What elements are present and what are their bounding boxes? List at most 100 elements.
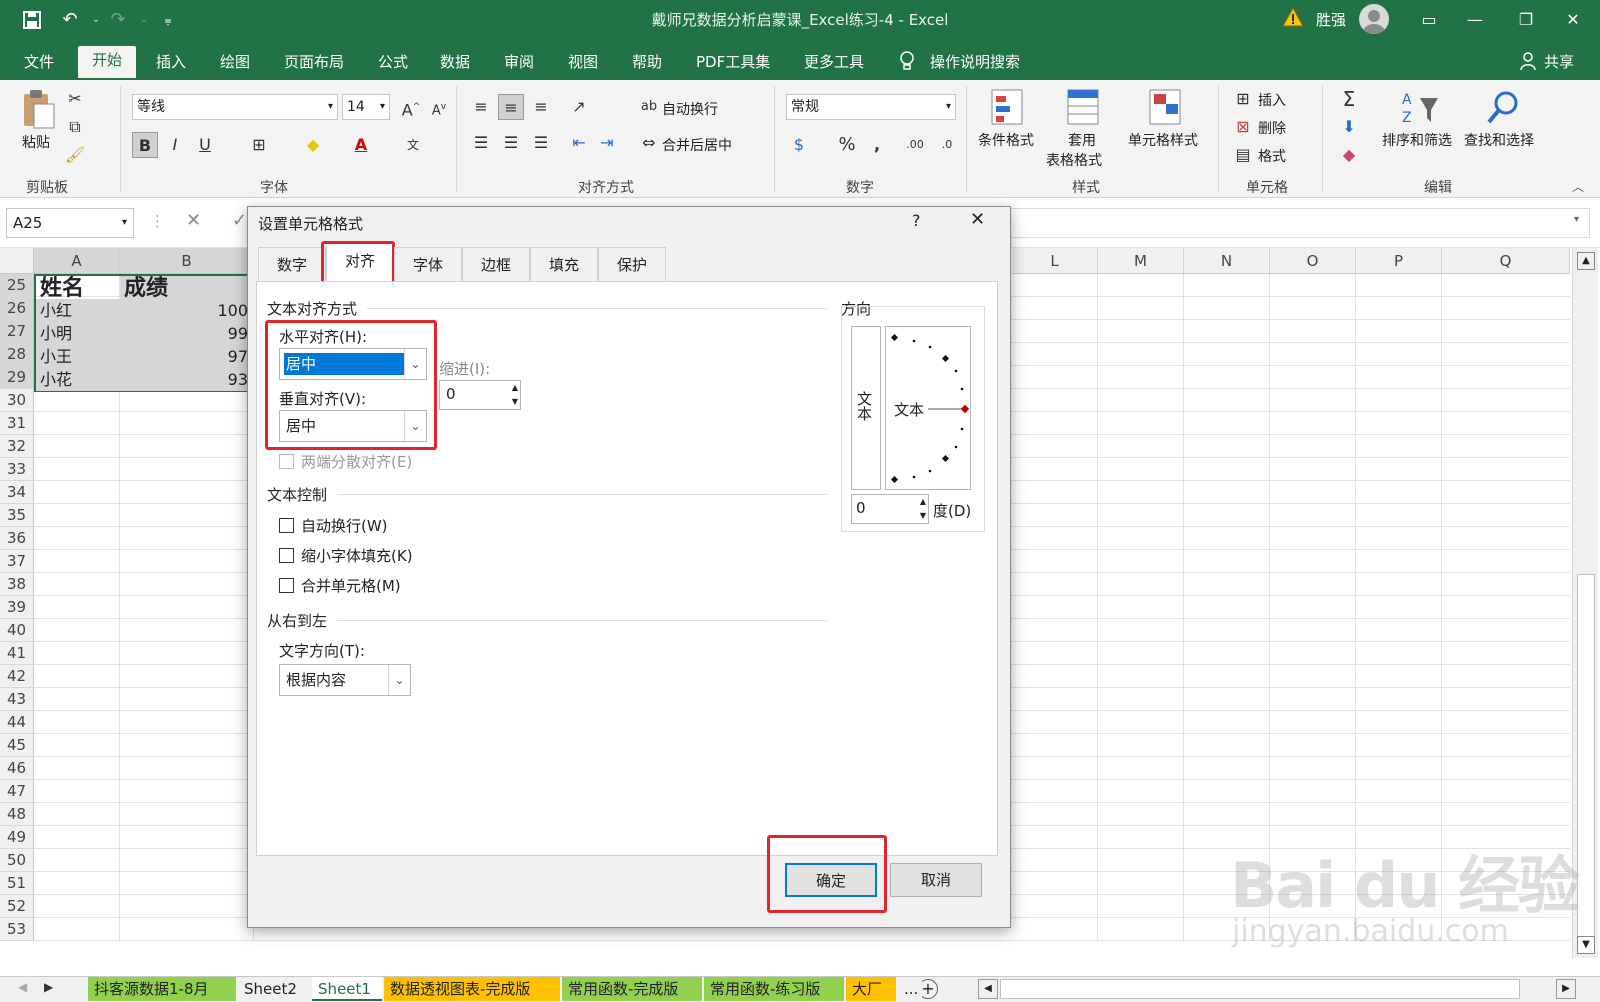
avatar[interactable]: [1359, 4, 1389, 34]
restore-icon[interactable]: ❐: [1503, 4, 1549, 36]
tab-fill[interactable]: 填充: [530, 247, 598, 281]
clear-icon[interactable]: ◆: [1336, 142, 1362, 168]
format-table-icon[interactable]: [1066, 88, 1102, 128]
row-header[interactable]: 39: [0, 596, 34, 619]
prev-sheet-icon[interactable]: ◀: [18, 980, 27, 994]
tab-number[interactable]: 数字: [258, 247, 326, 281]
row-header[interactable]: 29: [0, 366, 34, 389]
column-header-p[interactable]: P: [1356, 248, 1442, 274]
row-header[interactable]: 45: [0, 734, 34, 757]
number-format-box[interactable]: 常规 ▾: [786, 94, 956, 120]
sheet-tab[interactable]: Sheet2: [238, 977, 310, 1001]
row-header[interactable]: 33: [0, 458, 34, 481]
decrease-font-icon[interactable]: Av: [426, 94, 452, 120]
scroll-up-icon[interactable]: ▲: [1577, 252, 1595, 270]
ribbon-display-icon[interactable]: ▭: [1406, 4, 1452, 36]
row-header[interactable]: 34: [0, 481, 34, 504]
sheet-tab[interactable]: 数据透视图表-完成版: [384, 977, 560, 1001]
cell-score[interactable]: 100: [120, 299, 252, 322]
sheet-tab[interactable]: 抖客源数据1-8月: [88, 977, 236, 1001]
align-left-icon[interactable]: ☰: [468, 130, 494, 156]
row-header[interactable]: 43: [0, 688, 34, 711]
tab-draw[interactable]: 绘图: [218, 48, 252, 80]
hscroll-left-icon[interactable]: ◀: [978, 979, 998, 999]
formula-input[interactable]: [1010, 208, 1590, 238]
delete-cells-button[interactable]: 删除: [1258, 118, 1286, 138]
cut-icon[interactable]: ✂: [62, 86, 88, 112]
row-header[interactable]: 28: [0, 343, 34, 366]
conditional-format-icon[interactable]: [990, 88, 1026, 128]
share-icon[interactable]: [1520, 52, 1536, 71]
text-direction-select[interactable]: 根据内容 ⌄: [279, 664, 411, 696]
hscroll-right-icon[interactable]: ▶: [1556, 979, 1576, 999]
row-header[interactable]: 44: [0, 711, 34, 734]
column-header-m[interactable]: M: [1098, 248, 1184, 274]
tab-protection[interactable]: 保护: [598, 247, 666, 281]
decrease-decimal-icon[interactable]: .0: [934, 132, 960, 158]
spinner-arrows-icon[interactable]: ▲ ▼: [512, 381, 518, 409]
font-name-box[interactable]: 等线 ▾: [132, 94, 338, 120]
undo-icon[interactable]: ↶: [58, 8, 82, 32]
customize-qat-icon[interactable]: ⩦: [156, 8, 180, 32]
paste-icon[interactable]: [20, 88, 56, 130]
merge-center-icon[interactable]: ⇔: [636, 130, 662, 156]
row-header[interactable]: 30: [0, 389, 34, 412]
scroll-thumb[interactable]: [1577, 574, 1595, 954]
autosum-icon[interactable]: Σ: [1336, 86, 1362, 112]
align-middle-icon[interactable]: ≡: [498, 94, 524, 120]
font-size-box[interactable]: 14 ▾: [342, 94, 390, 120]
collapse-ribbon-icon[interactable]: ︿: [1572, 178, 1584, 195]
cell-styles-icon[interactable]: [1148, 88, 1184, 128]
format-table-line1[interactable]: 套用: [1068, 130, 1096, 150]
delete-cells-icon[interactable]: ⊠: [1230, 114, 1256, 140]
tab-review[interactable]: 审阅: [502, 48, 536, 80]
decrease-indent-icon[interactable]: ⇤: [566, 130, 592, 156]
fill-icon[interactable]: ⬇: [1336, 114, 1362, 140]
row-header[interactable]: 25: [0, 274, 34, 297]
cell-score[interactable]: 93: [120, 368, 252, 391]
insert-cells-icon[interactable]: ⊞: [1230, 86, 1256, 112]
row-header[interactable]: 47: [0, 780, 34, 803]
merge-cells-checkbox[interactable]: [279, 578, 294, 593]
format-cells-button[interactable]: 格式: [1258, 146, 1286, 166]
row-header[interactable]: 26: [0, 297, 34, 320]
warning-icon[interactable]: [1282, 6, 1304, 30]
fill-color-icon[interactable]: ◆: [300, 132, 326, 158]
row-header[interactable]: 27: [0, 320, 34, 343]
indent-spinner[interactable]: 0 ▲ ▼: [439, 380, 521, 410]
tab-font[interactable]: 字体: [394, 247, 462, 281]
sheet-tab[interactable]: ...: [898, 977, 922, 1001]
tab-formulas[interactable]: 公式: [376, 48, 410, 80]
help-icon[interactable]: ?: [912, 211, 921, 230]
cancel-formula-icon[interactable]: ✕: [186, 210, 201, 231]
bold-button[interactable]: B: [132, 132, 158, 158]
tab-file[interactable]: 文件: [22, 48, 56, 80]
column-header-l[interactable]: L: [1012, 248, 1098, 274]
row-header[interactable]: 40: [0, 619, 34, 642]
row-header[interactable]: 32: [0, 435, 34, 458]
cell-name[interactable]: 小花: [36, 368, 120, 391]
align-top-icon[interactable]: ≡: [468, 94, 494, 120]
format-cells-icon[interactable]: ▤: [1230, 142, 1256, 168]
tab-page-layout[interactable]: 页面布局: [282, 48, 346, 80]
font-color-icon[interactable]: A: [348, 132, 374, 158]
percent-icon[interactable]: %: [834, 132, 860, 158]
border-icon[interactable]: ⊞: [246, 132, 272, 158]
wrap-text-button[interactable]: 自动换行: [662, 99, 718, 119]
row-header[interactable]: 52: [0, 895, 34, 918]
align-bottom-icon[interactable]: ≡: [528, 94, 554, 120]
wrap-text-checkbox[interactable]: [279, 518, 294, 533]
tab-more-tools[interactable]: 更多工具: [802, 48, 866, 80]
cell-score[interactable]: 97: [120, 345, 252, 368]
next-sheet-icon[interactable]: ▶: [44, 980, 53, 994]
column-header-o[interactable]: O: [1270, 248, 1356, 274]
scroll-down-icon[interactable]: ▼: [1577, 936, 1595, 954]
paste-label[interactable]: 粘贴: [22, 132, 50, 152]
increase-font-icon[interactable]: A^: [398, 94, 424, 120]
row-header[interactable]: 51: [0, 872, 34, 895]
vertical-text-button[interactable]: 文本: [851, 326, 881, 490]
horizontal-scrollbar[interactable]: [1000, 979, 1520, 999]
row-header[interactable]: 49: [0, 826, 34, 849]
underline-button[interactable]: U: [192, 132, 218, 158]
tab-help[interactable]: 帮助: [630, 48, 664, 80]
